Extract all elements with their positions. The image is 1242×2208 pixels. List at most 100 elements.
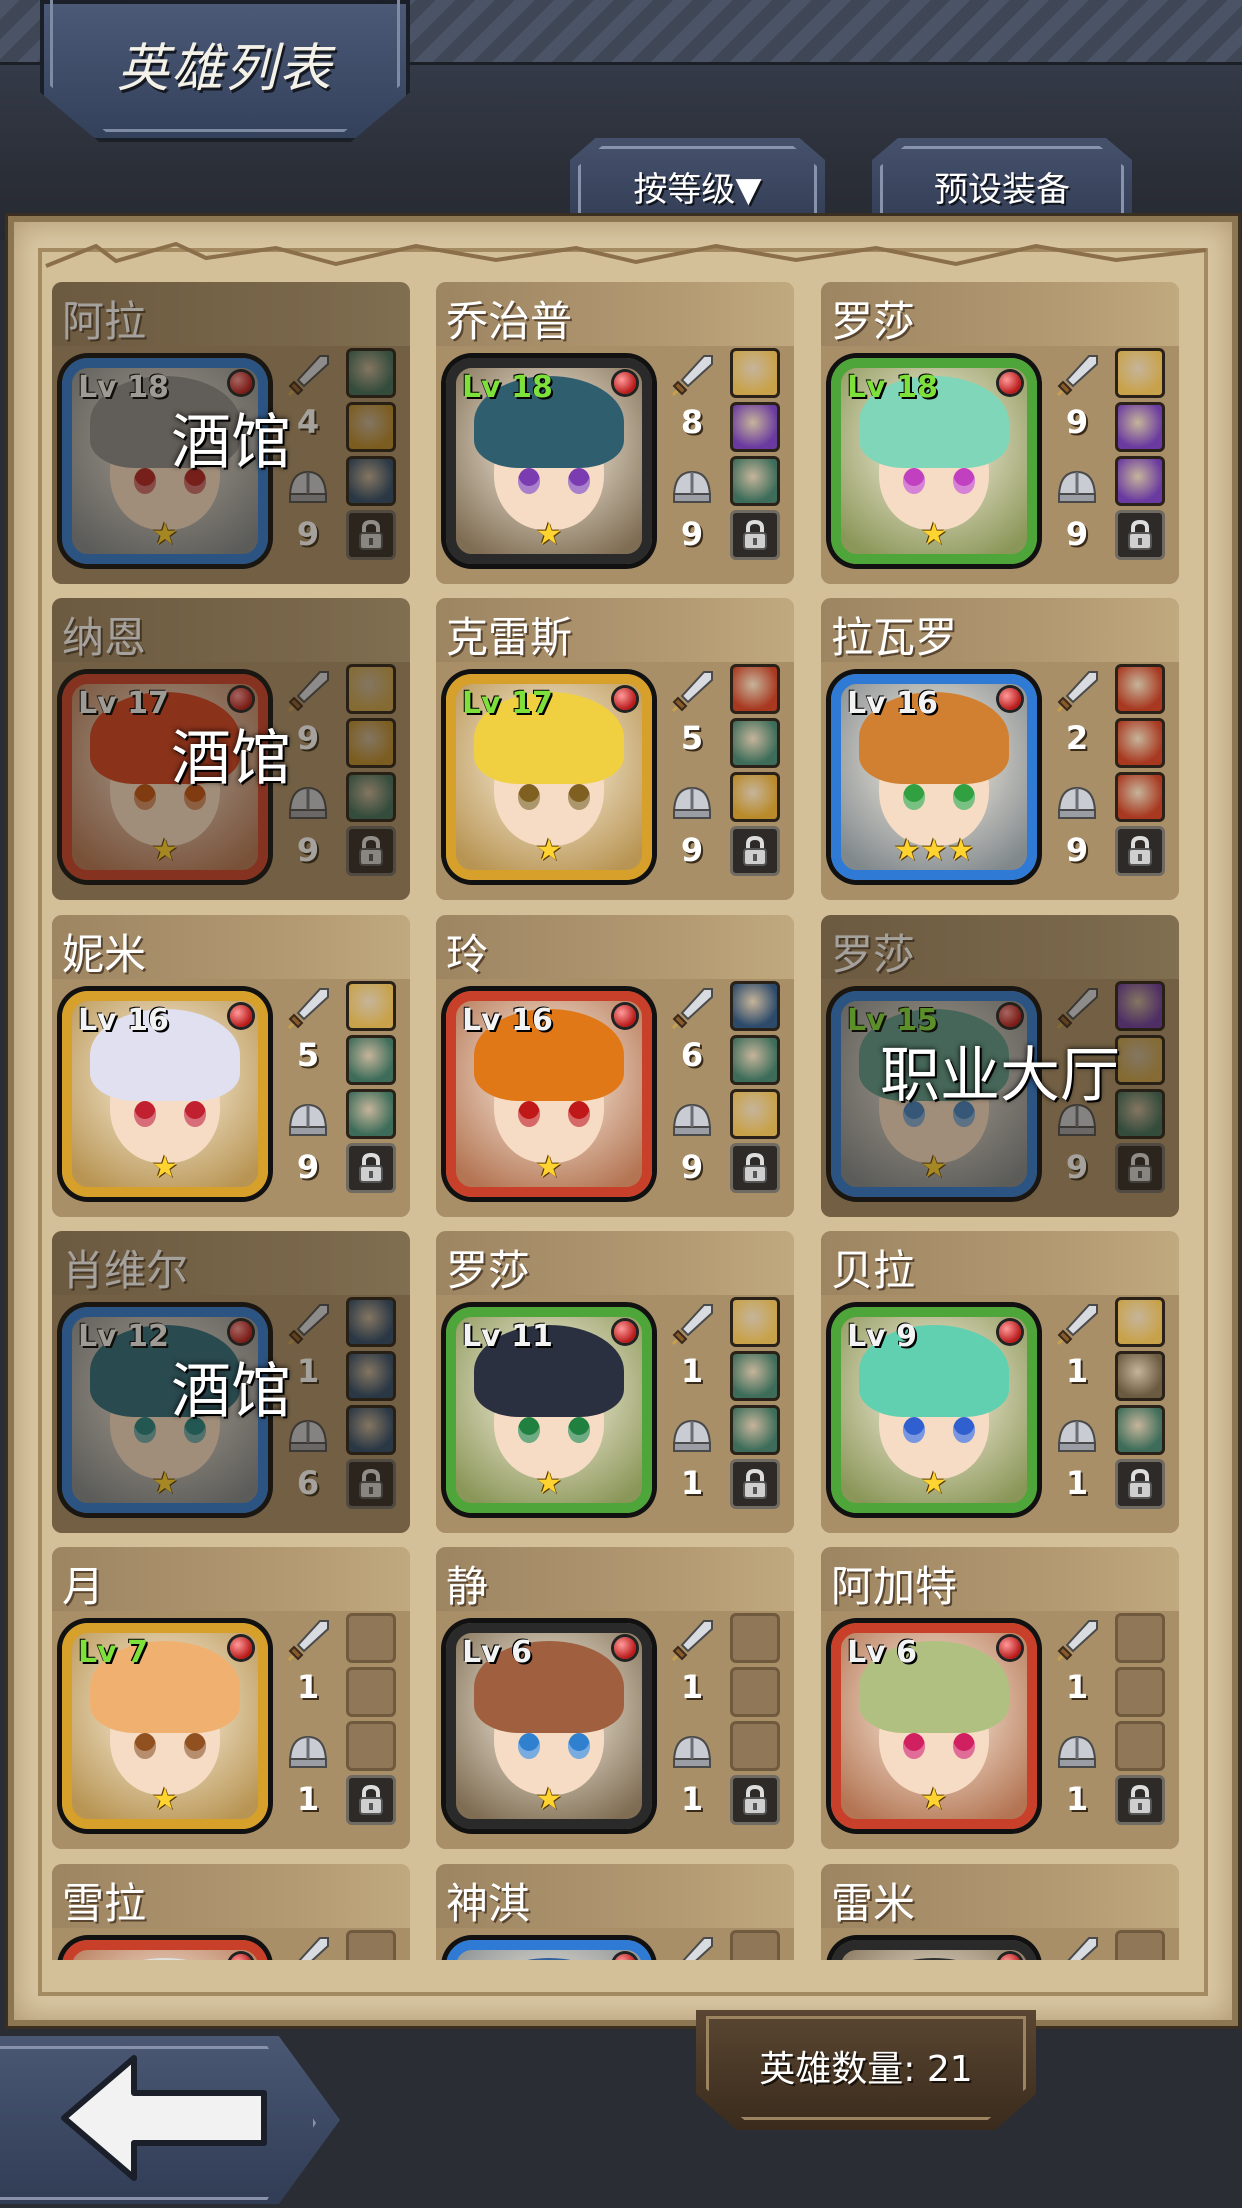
equipment-slots <box>730 1297 782 1513</box>
equipment-item-slot[interactable] <box>730 1405 780 1455</box>
equipment-item-slot[interactable] <box>730 1035 780 1085</box>
hero-card[interactable]: 阿拉 Lv 18 ★ 4 9 酒馆 <box>52 282 410 584</box>
locked-slot[interactable] <box>1115 826 1165 876</box>
hero-portrait[interactable]: Lv 17 ★ <box>446 674 652 880</box>
locked-slot[interactable] <box>730 510 780 560</box>
empty-equipment-slot[interactable] <box>1115 1667 1165 1717</box>
hero-portrait[interactable]: Lv 7 ★ <box>62 1623 268 1829</box>
hero-card[interactable]: 阿加特 Lv 6 ★ 1 1 <box>821 1547 1179 1849</box>
empty-equipment-slot[interactable] <box>1115 1613 1165 1663</box>
equipment-item-slot[interactable] <box>730 664 780 714</box>
locked-slot[interactable] <box>730 1143 780 1193</box>
equipment-slots <box>346 1613 398 1829</box>
equipment-item-slot[interactable] <box>730 402 780 452</box>
hero-card[interactable]: 肖维尔 Lv 12 ★ 1 6 酒馆 <box>52 1231 410 1533</box>
equipment-item-slot[interactable] <box>346 981 396 1031</box>
hero-card[interactable]: 乔治普 Lv 18 ★ 8 9 <box>436 282 794 584</box>
hero-card[interactable]: 纳恩 Lv 17 ★ 9 9 酒馆 <box>52 598 410 900</box>
empty-equipment-slot[interactable] <box>730 1721 780 1771</box>
equipment-item-slot[interactable] <box>346 1035 396 1085</box>
equipment-item-slot[interactable] <box>730 718 780 768</box>
empty-equipment-slot[interactable] <box>346 1613 396 1663</box>
hero-card[interactable]: 贝拉 Lv 9 ★ 1 1 <box>821 1231 1179 1533</box>
hero-card[interactable]: 神淇 <box>436 1864 794 1960</box>
equipment-item-slot[interactable] <box>1115 348 1165 398</box>
equipment-item-slot[interactable] <box>1115 456 1165 506</box>
empty-equipment-slot[interactable] <box>1115 1930 1165 1960</box>
hero-portrait[interactable]: Lv 6 ★ <box>831 1623 1037 1829</box>
hero-portrait[interactable]: Lv 18 ★ <box>446 358 652 564</box>
equipment-item-slot[interactable] <box>1115 1351 1165 1401</box>
equipment-item-slot[interactable] <box>1115 402 1165 452</box>
lock-icon <box>1128 1784 1152 1815</box>
empty-equipment-slot[interactable] <box>730 1930 780 1960</box>
equipment-item-slot[interactable] <box>730 456 780 506</box>
locked-slot[interactable] <box>730 826 780 876</box>
armor-stat: 1 <box>668 1413 716 1501</box>
equipment-item-slot[interactable] <box>730 981 780 1031</box>
helmet-icon <box>672 1735 712 1768</box>
equipment-item-slot[interactable] <box>1115 1405 1165 1455</box>
hero-portrait[interactable] <box>62 1940 268 1960</box>
hero-portrait[interactable]: Lv 16 ★★★ <box>831 674 1037 880</box>
hero-card[interactable]: 雪拉 <box>52 1864 410 1960</box>
hero-card[interactable]: 拉瓦罗 Lv 16 ★★★ 2 9 <box>821 598 1179 900</box>
hero-card[interactable]: 罗莎 Lv 15 ★ 9 职业大厅 <box>821 915 1179 1217</box>
hero-portrait[interactable] <box>831 1940 1037 1960</box>
hero-level: Lv 16 <box>847 686 938 721</box>
equipment-item-slot[interactable] <box>730 1089 780 1139</box>
equipment-item-slot[interactable] <box>1115 664 1165 714</box>
equipment-item-slot[interactable] <box>730 1351 780 1401</box>
hero-portrait[interactable] <box>446 1940 652 1960</box>
hero-portrait[interactable]: Lv 16 ★ <box>446 991 652 1197</box>
hero-grid[interactable]: 阿拉 Lv 18 ★ 4 9 酒馆 乔治普 Lv 18 ★ 8 9 罗莎 Lv 18 ★ 9 9 纳恩 Lv 17… <box>52 282 1192 1960</box>
equipment-item-slot[interactable] <box>346 1089 396 1139</box>
locked-slot[interactable] <box>730 1775 780 1825</box>
empty-equipment-slot[interactable] <box>730 1667 780 1717</box>
hero-portrait[interactable]: Lv 16 ★ <box>62 991 268 1197</box>
equipment-item-slot[interactable] <box>1115 718 1165 768</box>
hero-card-header: 月 <box>52 1547 410 1611</box>
equipment-item-slot[interactable] <box>730 772 780 822</box>
hero-portrait[interactable]: Lv 9 ★ <box>831 1307 1037 1513</box>
hero-star-rating: ★ <box>535 517 563 552</box>
hero-card[interactable]: 静 Lv 6 ★ 1 1 <box>436 1547 794 1849</box>
empty-equipment-slot[interactable] <box>346 1721 396 1771</box>
locked-slot[interactable] <box>346 1143 396 1193</box>
sword-icon <box>1057 355 1098 396</box>
equipment-item-slot[interactable] <box>1115 772 1165 822</box>
equipment-item-slot[interactable] <box>730 1297 780 1347</box>
equipment-slots <box>1115 1930 1167 1960</box>
hero-portrait[interactable]: Lv 18 ★ <box>831 358 1037 564</box>
hero-portrait[interactable]: Lv 11 ★ <box>446 1307 652 1513</box>
hero-card[interactable]: 雷米 <box>821 1864 1179 1960</box>
hero-card[interactable]: 月 Lv 7 ★ 1 1 <box>52 1547 410 1849</box>
hero-level: Lv 17 <box>462 686 553 721</box>
hero-card[interactable]: 罗莎 Lv 11 ★ 1 1 <box>436 1231 794 1533</box>
helmet-icon <box>672 786 712 819</box>
back-arrow-icon[interactable] <box>54 2048 274 2188</box>
hero-card-body: Lv 16 ★ 6 9 <box>436 979 794 1217</box>
locked-slot[interactable] <box>346 1775 396 1825</box>
hero-card-header: 拉瓦罗 <box>821 598 1179 662</box>
empty-equipment-slot[interactable] <box>346 1667 396 1717</box>
hero-card[interactable]: 玲 Lv 16 ★ 6 9 <box>436 915 794 1217</box>
notification-gem-icon <box>614 1637 636 1659</box>
hero-card[interactable]: 妮米 Lv 16 ★ 5 9 <box>52 915 410 1217</box>
equipment-item-slot[interactable] <box>1115 1297 1165 1347</box>
hero-level: Lv 18 <box>462 370 553 405</box>
locked-slot[interactable] <box>1115 1775 1165 1825</box>
hero-card-body: Lv 6 ★ 1 1 <box>821 1611 1179 1849</box>
empty-equipment-slot[interactable] <box>1115 1721 1165 1771</box>
locked-slot[interactable] <box>730 1459 780 1509</box>
hero-portrait[interactable]: Lv 6 ★ <box>446 1623 652 1829</box>
equipment-item-slot[interactable] <box>730 348 780 398</box>
hero-card[interactable]: 罗莎 Lv 18 ★ 9 9 <box>821 282 1179 584</box>
empty-equipment-slot[interactable] <box>346 1930 396 1960</box>
locked-slot[interactable] <box>1115 1459 1165 1509</box>
empty-equipment-slot[interactable] <box>730 1613 780 1663</box>
locked-slot[interactable] <box>1115 510 1165 560</box>
hero-name: 雪拉 <box>62 1879 147 1928</box>
hero-card[interactable]: 克雷斯 Lv 17 ★ 5 9 <box>436 598 794 900</box>
hero-card-header: 妮米 <box>52 915 410 979</box>
